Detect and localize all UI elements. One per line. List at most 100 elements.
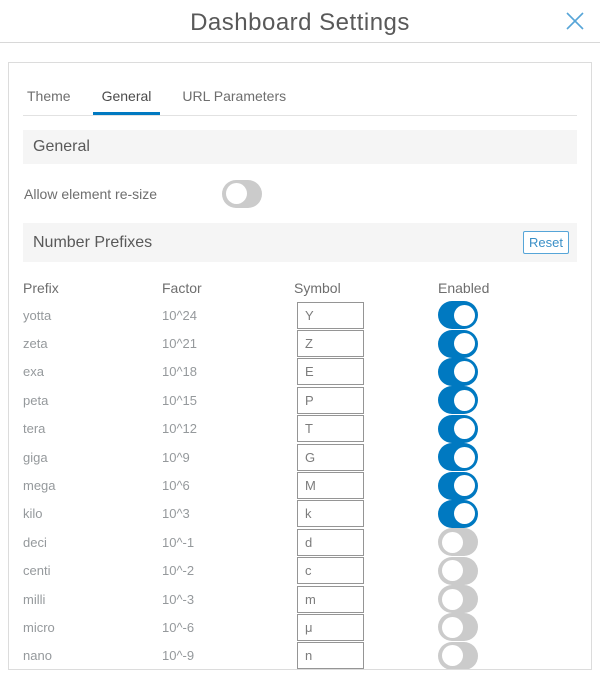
toggle-knob	[454, 390, 475, 411]
factor-cell: 10^24	[162, 308, 294, 323]
table-row: yotta 10^24	[23, 301, 591, 329]
factor-cell: 10^6	[162, 478, 294, 493]
tab-general[interactable]: General	[93, 86, 161, 115]
column-header-symbol: Symbol	[294, 280, 438, 296]
allow-resize-toggle[interactable]	[222, 180, 262, 208]
symbol-input[interactable]	[297, 500, 364, 527]
dialog-header: Dashboard Settings	[0, 0, 600, 43]
row-toggle[interactable]	[438, 500, 478, 528]
dialog-title: Dashboard Settings	[0, 9, 600, 37]
row-toggle[interactable]	[438, 613, 478, 641]
row-toggle[interactable]	[438, 301, 478, 329]
prefix-cell: zeta	[23, 336, 162, 351]
symbol-input[interactable]	[297, 614, 364, 641]
toggle-knob	[442, 560, 463, 581]
general-section-header: General	[23, 130, 577, 164]
row-toggle[interactable]	[438, 443, 478, 471]
toggle-knob	[454, 418, 475, 439]
table-row: exa 10^18	[23, 358, 591, 386]
factor-cell: 10^-2	[162, 563, 294, 578]
row-toggle[interactable]	[438, 585, 478, 613]
toggle-knob	[454, 503, 475, 524]
table-row: centi 10^-2	[23, 557, 591, 585]
symbol-input[interactable]	[297, 302, 364, 329]
symbol-input[interactable]	[297, 444, 364, 471]
general-section-title: General	[33, 138, 90, 156]
prefix-cell: nano	[23, 648, 162, 663]
symbol-input[interactable]	[297, 642, 364, 669]
prefix-table-header: Prefix Factor Symbol Enabled	[23, 275, 591, 301]
column-header-enabled: Enabled	[438, 280, 591, 296]
symbol-input[interactable]	[297, 330, 364, 357]
tab-bar: Theme General URL Parameters	[23, 86, 577, 116]
prefix-cell: centi	[23, 563, 162, 578]
prefix-cell: tera	[23, 421, 162, 436]
prefix-cell: exa	[23, 364, 162, 379]
toggle-knob	[442, 532, 463, 553]
toggle-knob	[454, 305, 475, 326]
table-row: tera 10^12	[23, 415, 591, 443]
factor-cell: 10^15	[162, 393, 294, 408]
factor-cell: 10^21	[162, 336, 294, 351]
toggle-knob	[442, 617, 463, 638]
symbol-input[interactable]	[297, 472, 364, 499]
symbol-input[interactable]	[297, 586, 364, 613]
toggle-knob	[454, 333, 475, 354]
symbol-input[interactable]	[297, 529, 364, 556]
close-button[interactable]	[562, 9, 588, 35]
table-row: nano 10^-9	[23, 642, 591, 670]
reset-button[interactable]: Reset	[523, 231, 569, 254]
prefix-cell: yotta	[23, 308, 162, 323]
prefix-cell: micro	[23, 620, 162, 635]
toggle-knob	[454, 475, 475, 496]
factor-cell: 10^12	[162, 421, 294, 436]
table-row: zeta 10^21	[23, 329, 591, 357]
factor-cell: 10^18	[162, 364, 294, 379]
table-row: milli 10^-3	[23, 585, 591, 613]
column-header-prefix: Prefix	[23, 280, 162, 296]
allow-resize-label: Allow element re-size	[23, 186, 222, 202]
toggle-knob	[454, 447, 475, 468]
close-icon	[563, 21, 587, 36]
tab-url-parameters[interactable]: URL Parameters	[180, 86, 288, 115]
factor-cell: 10^-6	[162, 620, 294, 635]
row-toggle[interactable]	[438, 642, 478, 670]
settings-panel: Theme General URL Parameters General All…	[8, 62, 592, 670]
factor-cell: 10^-1	[162, 535, 294, 550]
row-toggle[interactable]	[438, 415, 478, 443]
factor-cell: 10^-3	[162, 592, 294, 607]
prefix-cell: milli	[23, 592, 162, 607]
toggle-knob	[442, 645, 463, 666]
row-toggle[interactable]	[438, 472, 478, 500]
prefix-table-body: yotta 10^24 zeta 10^21 exa 10^18 peta 10…	[23, 301, 591, 670]
prefix-cell: mega	[23, 478, 162, 493]
symbol-input[interactable]	[297, 415, 364, 442]
number-prefixes-title: Number Prefixes	[33, 234, 152, 252]
allow-resize-row: Allow element re-size	[23, 164, 577, 223]
factor-cell: 10^-9	[162, 648, 294, 663]
toggle-knob	[226, 183, 247, 204]
row-toggle[interactable]	[438, 386, 478, 414]
prefix-cell: kilo	[23, 506, 162, 521]
symbol-input[interactable]	[297, 358, 364, 385]
number-prefixes-section-header: Number Prefixes Reset	[23, 223, 577, 262]
factor-cell: 10^9	[162, 450, 294, 465]
toggle-knob	[454, 361, 475, 382]
row-toggle[interactable]	[438, 330, 478, 358]
table-row: deci 10^-1	[23, 528, 591, 556]
prefix-cell: peta	[23, 393, 162, 408]
row-toggle[interactable]	[438, 528, 478, 556]
factor-cell: 10^3	[162, 506, 294, 521]
table-row: kilo 10^3	[23, 500, 591, 528]
row-toggle[interactable]	[438, 358, 478, 386]
symbol-input[interactable]	[297, 557, 364, 584]
symbol-input[interactable]	[297, 387, 364, 414]
table-row: peta 10^15	[23, 386, 591, 414]
prefix-cell: deci	[23, 535, 162, 550]
row-toggle[interactable]	[438, 557, 478, 585]
table-row: mega 10^6	[23, 471, 591, 499]
tab-theme[interactable]: Theme	[25, 86, 73, 115]
column-header-factor: Factor	[162, 280, 294, 296]
toggle-knob	[442, 589, 463, 610]
prefix-table: Prefix Factor Symbol Enabled yotta 10^24…	[9, 275, 591, 670]
